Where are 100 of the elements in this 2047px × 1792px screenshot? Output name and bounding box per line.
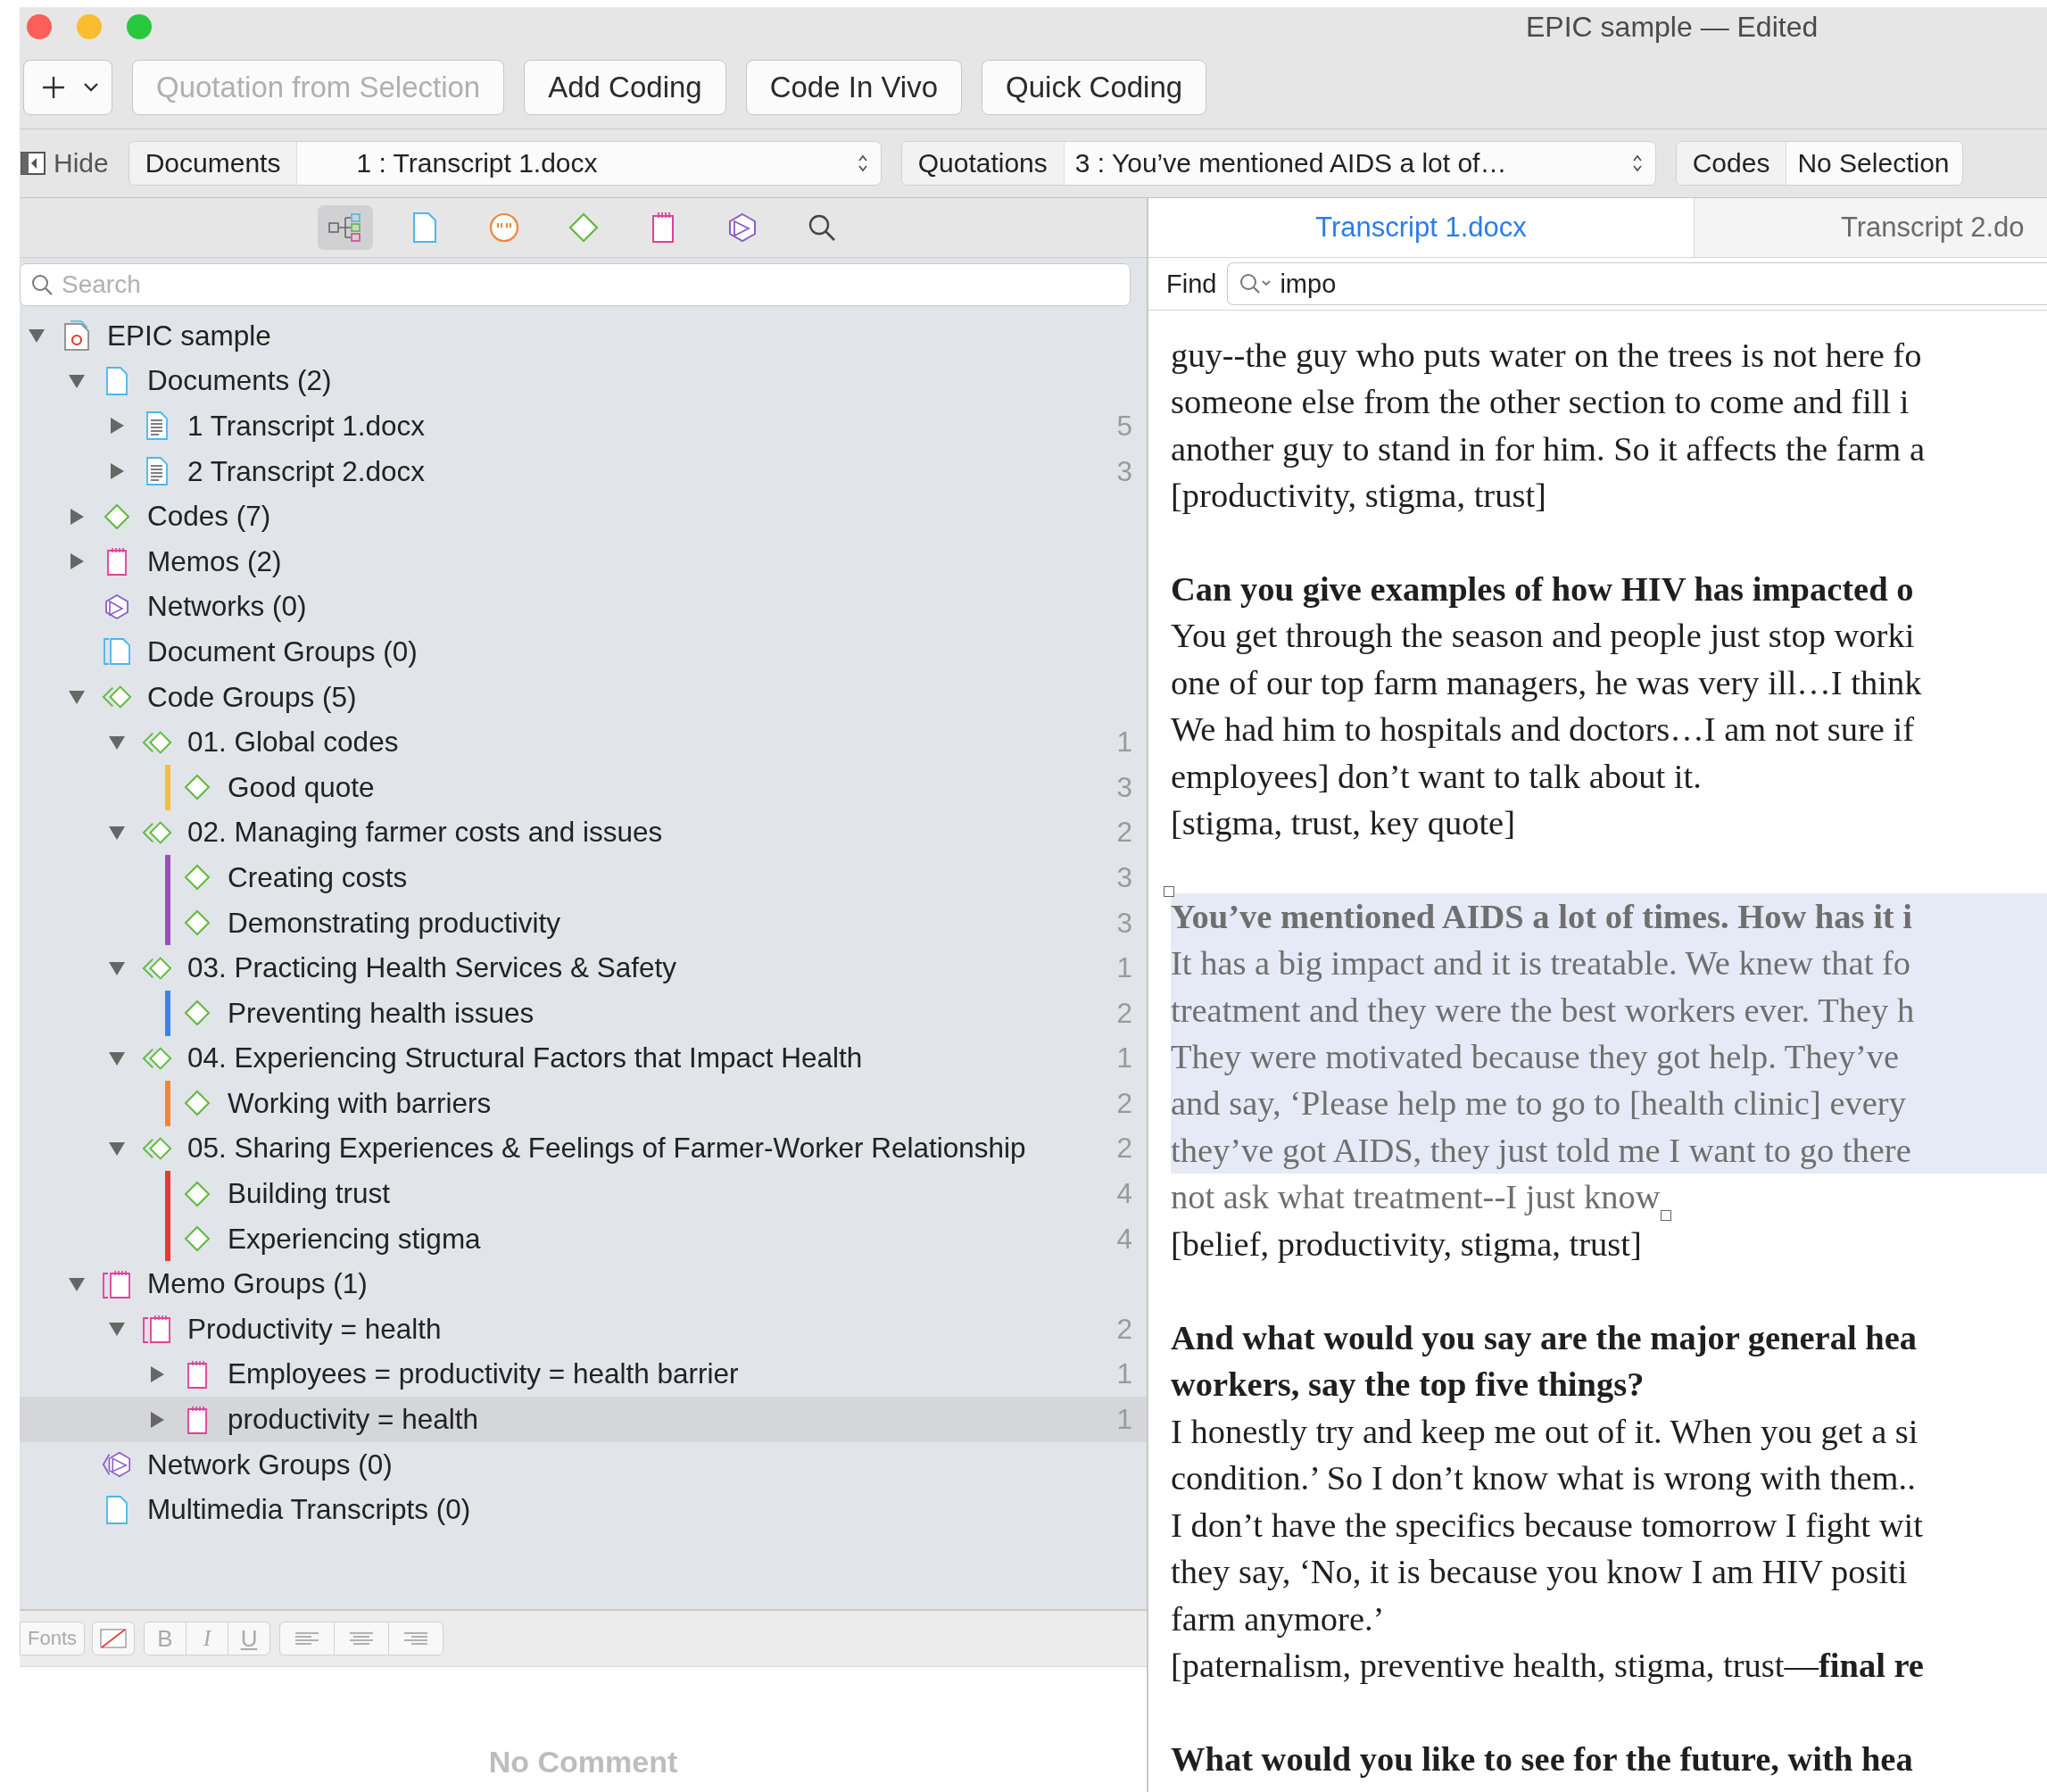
tree-item-label: Preventing health issues (228, 996, 535, 1030)
tree-item[interactable]: productivity = health 1 (20, 1397, 1147, 1442)
search-icon (30, 273, 54, 296)
item-count: 1 (1116, 1041, 1132, 1075)
transcript-line: It has a big impact and it is treatable. We knew that fo (1171, 944, 1911, 983)
plus-icon (40, 74, 67, 101)
tree-item-label: Employees = productivity = health barrier (228, 1357, 739, 1391)
selection-handle[interactable] (1164, 885, 1174, 897)
transcript-line: they’ve got AIDS, they just told me I want to go there (1171, 1131, 1911, 1169)
tree-item[interactable]: 04. Experiencing Structural Factors that Impact Health 1 (20, 1035, 1147, 1082)
item-count: 3 (1116, 906, 1132, 940)
tree-item[interactable]: 2 Transcript 2.docx 3 (20, 448, 1147, 494)
transcript-line: [paternalism, preventive health, stigma, trust—final re (1171, 1646, 1924, 1684)
search-field[interactable]: Search (20, 263, 1131, 306)
tree-item-label: Productivity = health (187, 1312, 442, 1346)
toolbar-button[interactable]: Quick Coding (982, 60, 1207, 115)
popup-value: 3 : You’ve mentioned AIDS a lot of… (1073, 148, 1508, 178)
tree-item[interactable]: EPIC sample (20, 313, 1147, 359)
tree-item-label: Document Groups (0) (147, 635, 418, 668)
item-count: 3 (1116, 770, 1132, 804)
tree-item-label: 04. Experiencing Structural Factors that Impact Health (187, 1041, 863, 1075)
tree-item[interactable]: Demonstrating productivity 3 (20, 900, 1147, 946)
navigator-popup[interactable]: Codes No Selection (1675, 141, 1963, 186)
tree-item[interactable]: 01. Global codes 1 (20, 719, 1147, 765)
transcript-line: You get through the season and people just stop worki (1171, 617, 1915, 655)
close-button[interactable] (27, 14, 52, 39)
tree-item[interactable]: Preventing health issues 2 (20, 990, 1147, 1036)
tree-item[interactable]: Productivity = health 2 (20, 1307, 1147, 1352)
navigator-popup[interactable]: Documents 1 : Transcript 1.docx (128, 141, 882, 186)
tree-item[interactable]: 03. Practicing Health Services & Safety 1 (20, 945, 1147, 991)
transcript-line: They were motivated because they got help. They’ve (1171, 1038, 1900, 1076)
code-icon (183, 1224, 211, 1254)
tree-view-icon[interactable] (317, 205, 373, 250)
transcript-line: and say, ‘Please help me to go to [health clinic] every (1171, 1084, 1906, 1123)
tree-item[interactable]: 1 Transcript 1.docx 5 (20, 403, 1147, 449)
item-count: 3 (1116, 860, 1132, 894)
popup-value: No Selection (1796, 148, 1950, 178)
popup-value: 1 : Transcript 1.docx (355, 148, 599, 178)
tree-item-label: Demonstrating productivity (228, 906, 560, 940)
add-menu-button[interactable] (23, 60, 112, 115)
stepper-icon (1631, 153, 1643, 174)
tree-item-label: 2 Transcript 2.docx (187, 454, 426, 488)
item-count: 2 (1116, 996, 1132, 1030)
document-tab[interactable]: Transcript 2.do (1695, 198, 2025, 257)
tree-item[interactable]: Networks (0) (20, 584, 1147, 630)
tree-item[interactable]: Working with barriers 2 (20, 1081, 1147, 1126)
tree-item-label: 1 Transcript 1.docx (187, 410, 426, 443)
tree-item[interactable]: Creating costs 3 (20, 855, 1147, 900)
code-icon (103, 502, 131, 531)
item-count: 2 (1116, 1132, 1132, 1166)
tree-item[interactable]: Good quote 3 (20, 764, 1147, 810)
tree-item[interactable]: Code Groups (5) (20, 674, 1147, 720)
tree-item-label: Codes (7) (147, 500, 271, 534)
tree-item-label: Building trust (228, 1177, 391, 1211)
tree-item[interactable]: Codes (7) (20, 494, 1147, 539)
transcript-line: another guy to stand in for him. So it affects the farm a (1171, 429, 1925, 468)
tree-item[interactable]: Employees = productivity = health barrier 1 (20, 1351, 1147, 1398)
tree-item[interactable]: Memo Groups (1) (20, 1261, 1147, 1307)
memo-group-icon (141, 1314, 173, 1345)
tree-item-label: Memos (2) (147, 544, 282, 578)
tree-item-label: Working with barriers (228, 1086, 492, 1120)
document-icon (105, 1494, 128, 1525)
transcript-line: We had him to hospitals and doctors…I am not sure if (1171, 710, 1915, 749)
tree-item[interactable]: Multimedia Transcripts (0) (20, 1487, 1147, 1533)
transcript-line: guy--the guy who puts water on the trees is not here fo (1171, 336, 1922, 374)
question-text: Can you give examples of how HIV has impacted o (1171, 570, 1914, 608)
transcript-line: I honestly try and keep me out of it. When you get a si (1171, 1412, 1919, 1450)
tree-item[interactable]: Building trust 4 (20, 1171, 1147, 1216)
find-field[interactable]: impo (1227, 262, 2047, 305)
toolbar-button[interactable]: Code In Vivo (745, 60, 963, 115)
hide-button[interactable]: Hide (20, 148, 109, 178)
tree-item-label: productivity = health (228, 1403, 479, 1437)
transcript-line: employees] don’t want to talk about it. (1171, 757, 1702, 795)
sidebar-toggle-icon (20, 150, 46, 177)
item-count: 5 (1116, 410, 1132, 443)
tree-item[interactable]: Network Groups (0) (20, 1441, 1147, 1488)
tree-item[interactable]: Memos (2) (20, 538, 1147, 585)
tree-item[interactable]: Experiencing stigma 4 (20, 1215, 1147, 1262)
transcript-line: they say, ‘No, it is because you know I am HIV positi (1171, 1553, 1908, 1591)
tree-item-label: 02. Managing farmer costs and issues (187, 816, 663, 850)
question-text: You’ve mentioned AIDS a lot of times. How has it i (1171, 897, 1912, 935)
tree-item[interactable]: 05. Sharing Experiences & Feelings of Farmer-Worker Relationship 2 (20, 1125, 1147, 1172)
text-color-swatch[interactable] (92, 1622, 136, 1655)
document-tab[interactable]: Transcript 1.docx (1148, 198, 1695, 257)
tree-item-label: Experiencing stigma (228, 1222, 481, 1256)
search-icon (1239, 272, 1273, 295)
tree-item-label: Good quote (228, 770, 375, 804)
tree-item[interactable]: 02. Managing farmer costs and issues 2 (20, 809, 1147, 856)
tree-item[interactable]: Document Groups (0) (20, 629, 1147, 675)
transcript-line: someone else from the other section to come and fill i (1171, 383, 1910, 421)
toolbar-button[interactable]: Add Coding (524, 60, 726, 115)
code-icon (183, 999, 211, 1028)
tree-item-label: Creating costs (228, 860, 408, 894)
text-document-icon (145, 411, 169, 442)
transcript-line: not ask what treatment--I just know (1171, 1178, 1661, 1216)
tree-item-label: EPIC sample (107, 319, 271, 353)
selection-handle[interactable] (1660, 1210, 1671, 1222)
tree-item[interactable]: Documents (2) (20, 358, 1147, 404)
memo-group-icon (101, 1268, 133, 1299)
navigator-popup[interactable]: Quotations 3 : You’ve mentioned AIDS a lot of… (900, 141, 1656, 186)
